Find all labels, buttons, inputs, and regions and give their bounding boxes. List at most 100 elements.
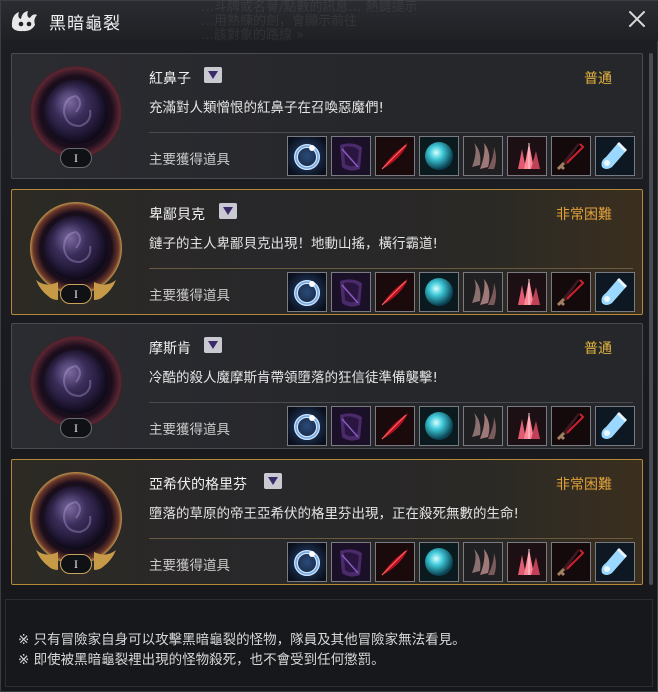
chevron-down-icon[interactable] [264,473,282,489]
dungeon-description: 墮落的草原的帝王亞希伏的格里芬出現，正在殺死無數的生命! [149,506,519,522]
item-slot[interactable] [463,272,503,312]
swirl-icon [62,230,92,264]
item-slot[interactable] [419,542,459,582]
dark-rift-window: 黑暗龜裂 …斗牌或名譽/點數的訊息… 熱鍵提示 …用熟練的劍，會顯示前往 …該對… [0,0,658,692]
item-slot[interactable] [595,406,635,446]
orb-level-badge: I [60,284,92,304]
crystal-cluster-icon [508,137,546,175]
item-slot[interactable] [419,406,459,446]
item-slot[interactable] [595,136,635,176]
item-slot[interactable] [463,542,503,582]
divider [149,132,633,133]
item-slot[interactable] [287,542,327,582]
item-slot[interactable] [551,272,591,312]
item-slot[interactable] [375,136,415,176]
crystal-cluster-icon [508,543,546,581]
item-slot[interactable] [463,136,503,176]
cyan-orb-icon [420,273,458,311]
crystal-cluster-icon [508,273,546,311]
item-slot[interactable] [331,406,371,446]
item-slot[interactable] [551,136,591,176]
gold-wing-ornament-icon [36,280,58,300]
item-slot[interactable] [331,136,371,176]
item-slot[interactable] [595,272,635,312]
dagger-icon [552,543,590,581]
faded-line-2: …用熟練的劍，會顯示前往 [201,14,358,29]
item-slot[interactable] [507,406,547,446]
swirl-icon [62,94,92,128]
potion-icon [596,543,634,581]
main-items-label: 主要獲得道具 [149,152,230,168]
item-slot[interactable] [551,406,591,446]
main-items-label: 主要獲得道具 [149,558,230,574]
item-slot[interactable] [507,272,547,312]
item-slot[interactable] [463,406,503,446]
dungeon-card[interactable]: I 紅鼻子 普通 充滿對人類憎恨的紅鼻子在召喚惡魔們! 主要獲得道具 [11,53,643,179]
red-feather-icon [376,543,414,581]
dungeon-list[interactable]: I 紅鼻子 普通 充滿對人類憎恨的紅鼻子在召喚惡魔們! 主要獲得道具 I 卑鄙貝克 非常困難鏈… [9,53,647,589]
game-logo-icon [11,11,37,32]
item-slot[interactable] [331,272,371,312]
cyan-orb-icon [420,137,458,175]
dungeon-card[interactable]: I 摩斯肯 普通 冷酷的殺人魔摩斯肯帶領墮落的狂信徒準備襲擊! 主要獲得道具 [11,323,643,449]
dungeon-orb: I [26,334,126,444]
chevron-down-icon[interactable] [219,203,237,219]
red-feather-icon [376,273,414,311]
chevron-down-icon[interactable] [204,337,222,353]
item-slot[interactable] [507,136,547,176]
potion-icon [596,407,634,445]
dungeon-description: 鏈子的主人卑鄙貝克出現！地動山搖，橫行霸道! [149,236,438,252]
dungeon-name: 亞希伏的格里芬 [149,477,247,493]
note-2: ※ 即使被黑暗龜裂裡出現的怪物殺死，也不會受到任何懲罰。 [18,652,385,668]
dungeon-orb: I [26,64,126,174]
divider [149,538,633,539]
claw-icon [464,137,502,175]
divider [149,268,633,269]
item-slot[interactable] [419,136,459,176]
dungeon-card[interactable]: I 卑鄙貝克 非常困難鏈子的主人卑鄙貝克出現！地動山搖，橫行霸道! 主要獲得道具 [11,189,643,315]
title-bar[interactable]: 黑暗龜裂 …斗牌或名譽/點數的訊息… 熱鍵提示 …用熟練的劍，會顯示前往 …該對… [1,1,658,43]
orb-level-badge: I [60,148,92,168]
item-slot[interactable] [375,272,415,312]
potion-icon [596,137,634,175]
item-slot[interactable] [375,542,415,582]
difficulty-label: 非常困難 [556,207,612,223]
item-slots [287,406,635,446]
orb-level-badge: I [60,418,92,438]
item-slots [287,542,635,582]
scrollbar-thumb[interactable] [649,53,653,585]
item-slot[interactable] [287,406,327,446]
item-slot[interactable] [287,272,327,312]
dungeon-card[interactable]: I 亞希伏的格里芬 非常困難 墮落的草原的帝王亞希伏的格里芬出現，正在殺死無數的生命!… [11,459,643,585]
item-slot[interactable] [331,542,371,582]
claw-icon [464,543,502,581]
dungeon-description: 充滿對人類憎恨的紅鼻子在召喚惡魔們! [149,100,384,116]
faded-line-3: …該對象的路線 » [201,28,305,43]
cyan-orb-icon [420,543,458,581]
item-slot[interactable] [551,542,591,582]
item-slot[interactable] [507,542,547,582]
crystal-cluster-icon [508,407,546,445]
ring-icon [288,407,326,445]
dark-cloak-icon [332,407,370,445]
note-1: ※ 只有冒險家自身可以攻擊黑暗龜裂的怪物，隊員及其他冒險家無法看見。 [18,632,466,648]
item-slot[interactable] [287,136,327,176]
chevron-down-icon[interactable] [204,67,222,83]
cyan-orb-icon [420,407,458,445]
item-slot[interactable] [419,272,459,312]
dagger-icon [552,137,590,175]
dagger-icon [552,407,590,445]
close-icon[interactable] [625,7,649,31]
scrollbar[interactable] [649,53,653,585]
item-slot[interactable] [375,406,415,446]
gold-wing-ornament-icon [94,280,116,300]
gold-wing-ornament-icon [94,550,116,570]
main-items-label: 主要獲得道具 [149,288,230,304]
red-feather-icon [376,407,414,445]
dungeon-name: 卑鄙貝克 [149,207,205,223]
window-title: 黑暗龜裂 [49,14,121,34]
faded-line-1: …斗牌或名譽/點數的訊息… 熱鍵提示 [201,0,418,15]
background-faded-text: …斗牌或名譽/點數的訊息… 熱鍵提示 …用熟練的劍，會顯示前往 …該對象的路線 … [201,1,418,43]
item-slot[interactable] [595,542,635,582]
dungeon-orb: I [26,470,126,580]
